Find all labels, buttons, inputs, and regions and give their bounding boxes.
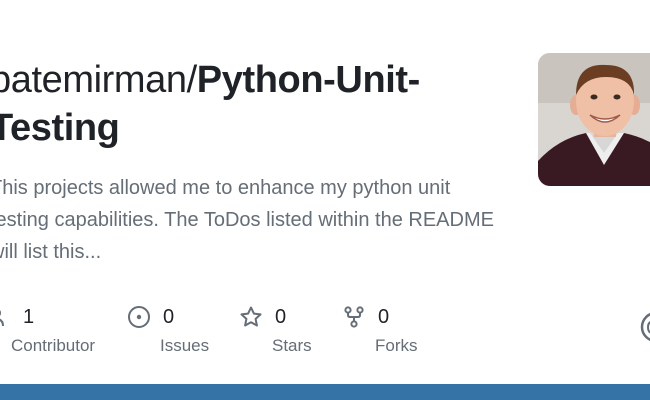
- stat-issues-count: 0: [163, 305, 175, 328]
- stat-stars-count: 0: [275, 305, 287, 328]
- github-logo-icon: [640, 311, 650, 343]
- stat-forks-count: 0: [378, 305, 390, 328]
- repo-title[interactable]: batemirman/Python-Unit-Testing: [0, 56, 510, 152]
- language-bar: [0, 384, 650, 400]
- stat-forks[interactable]: 0 Forks: [342, 302, 418, 356]
- repo-owner: batemirman/: [0, 59, 197, 101]
- avatar-photo: [538, 53, 650, 186]
- stat-issues[interactable]: 0 Issues: [127, 302, 209, 356]
- repo-description: This projects allowed me to enhance my p…: [0, 177, 494, 263]
- stat-forks-label: Forks: [375, 336, 418, 355]
- stat-stars-label: Stars: [272, 336, 312, 355]
- stat-stars[interactable]: 0 Stars: [239, 302, 312, 356]
- issue-icon: [127, 305, 151, 329]
- repo-social-card: batemirman/Python-Unit-Testing This proj…: [0, 0, 650, 400]
- owner-avatar[interactable]: [538, 53, 650, 186]
- people-icon: [0, 305, 11, 329]
- star-icon: [239, 305, 263, 329]
- fork-icon: [342, 305, 366, 329]
- stat-issues-label: Issues: [160, 336, 210, 355]
- stat-contributors[interactable]: 1 Contributor: [0, 302, 95, 356]
- stat-contributors-count: 1: [23, 305, 35, 328]
- stat-contributors-label: Contributor: [11, 336, 96, 355]
